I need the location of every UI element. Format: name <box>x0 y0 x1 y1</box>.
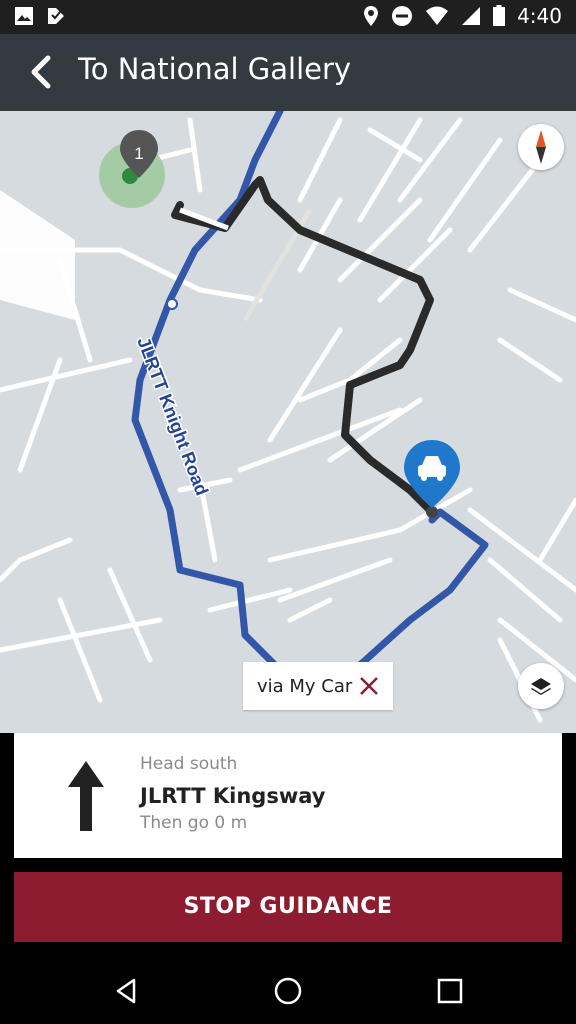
via-label: via My Car <box>257 675 353 697</box>
cluster-count: 1 <box>134 144 143 163</box>
battery-icon <box>493 5 506 26</box>
map-canvas[interactable]: JLRTT Knight Road 1 <box>0 111 576 733</box>
compass-button[interactable] <box>518 124 564 170</box>
notification-icon <box>48 8 64 24</box>
wifi-icon <box>426 6 449 25</box>
road-label: JLRTT Knight Road <box>133 334 212 498</box>
image-icon <box>15 7 33 25</box>
layers-button[interactable] <box>518 663 564 709</box>
layers-icon <box>531 678 551 695</box>
instruction-next: Then go 0 m <box>140 813 248 833</box>
compass-icon <box>536 130 546 164</box>
straight-arrow-icon <box>68 761 104 831</box>
nav-recents-icon[interactable] <box>434 975 466 1007</box>
close-icon[interactable] <box>357 674 381 698</box>
instruction-street: JLRTT Kingsway <box>140 784 326 808</box>
nav-home-icon[interactable] <box>272 975 304 1007</box>
dnd-icon <box>392 6 413 26</box>
instruction-card: Head south JLRTT Kingsway Then go 0 m <box>14 733 562 858</box>
signal-icon <box>462 7 481 25</box>
page-title: To National Gallery <box>78 52 352 86</box>
location-icon <box>364 6 379 26</box>
status-bar: 4:40 <box>0 0 576 34</box>
app-bar: To National Gallery <box>0 34 576 111</box>
nav-back-icon[interactable] <box>110 975 142 1007</box>
status-time: 4:40 <box>517 4 562 28</box>
map-view[interactable]: JLRTT Knight Road 1 <box>0 111 576 733</box>
back-arrow-icon[interactable] <box>22 52 62 92</box>
system-nav-bar <box>0 955 576 1024</box>
instruction-direction: Head south <box>140 754 238 774</box>
stop-guidance-button[interactable]: STOP GUIDANCE <box>14 872 562 942</box>
via-chip[interactable]: via My Car <box>243 662 393 710</box>
